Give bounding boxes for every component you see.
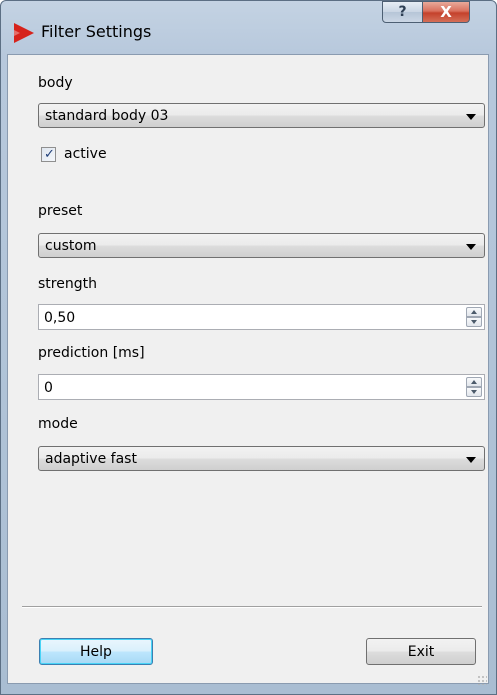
mode-label: mode	[38, 416, 78, 432]
chevron-down-icon	[466, 244, 476, 250]
exit-button-label: Exit	[407, 643, 435, 660]
resize-grip-icon[interactable]	[477, 675, 487, 685]
strength-value: 0,50	[44, 310, 76, 326]
strength-label: strength	[38, 276, 97, 292]
window-title: Filter Settings	[41, 22, 152, 41]
preset-label: preset	[38, 203, 83, 219]
exit-button[interactable]: Exit	[366, 638, 476, 665]
close-icon: X	[440, 3, 452, 21]
preset-combobox-value: custom	[45, 238, 97, 254]
spin-up-icon	[471, 380, 477, 384]
app-icon	[14, 23, 34, 43]
prediction-spinbox[interactable]: 0	[38, 374, 485, 400]
help-button-label: Help	[80, 643, 112, 660]
chevron-down-icon	[466, 114, 476, 120]
prediction-label: prediction [ms]	[38, 345, 145, 361]
spin-down-icon	[471, 390, 477, 394]
body-label: body	[38, 75, 73, 91]
prediction-decrement-button[interactable]	[466, 387, 482, 397]
checkmark-icon: ✓	[44, 146, 55, 162]
prediction-stepper[interactable]	[466, 377, 482, 397]
mode-combobox-value: adaptive fast	[45, 451, 137, 467]
strength-stepper[interactable]	[466, 307, 482, 327]
title-bar[interactable]: Filter Settings ? X	[1, 1, 497, 55]
body-combobox-value: standard body 03	[45, 108, 169, 124]
active-checkbox[interactable]: ✓	[41, 146, 56, 162]
body-combobox[interactable]: standard body 03	[38, 103, 485, 128]
mode-combobox[interactable]: adaptive fast	[38, 446, 485, 471]
prediction-value: 0	[44, 380, 53, 396]
active-checkbox-label[interactable]: active	[64, 146, 107, 162]
chevron-down-icon	[466, 457, 476, 463]
question-mark-icon: ?	[398, 4, 407, 20]
spin-down-icon	[471, 320, 477, 324]
prediction-increment-button[interactable]	[466, 377, 482, 387]
dialog-client-area: body standard body 03 ✓ active preset cu…	[7, 54, 489, 684]
strength-increment-button[interactable]	[466, 307, 482, 317]
spin-up-icon	[471, 310, 477, 314]
button-separator	[22, 606, 482, 608]
active-checkbox-row[interactable]: ✓ active	[41, 145, 107, 163]
help-button[interactable]: Help	[39, 638, 153, 665]
context-help-button[interactable]: ?	[382, 1, 423, 23]
close-button[interactable]: X	[422, 1, 470, 23]
preset-combobox[interactable]: custom	[38, 233, 485, 258]
strength-spinbox[interactable]: 0,50	[38, 304, 485, 330]
strength-decrement-button[interactable]	[466, 317, 482, 327]
